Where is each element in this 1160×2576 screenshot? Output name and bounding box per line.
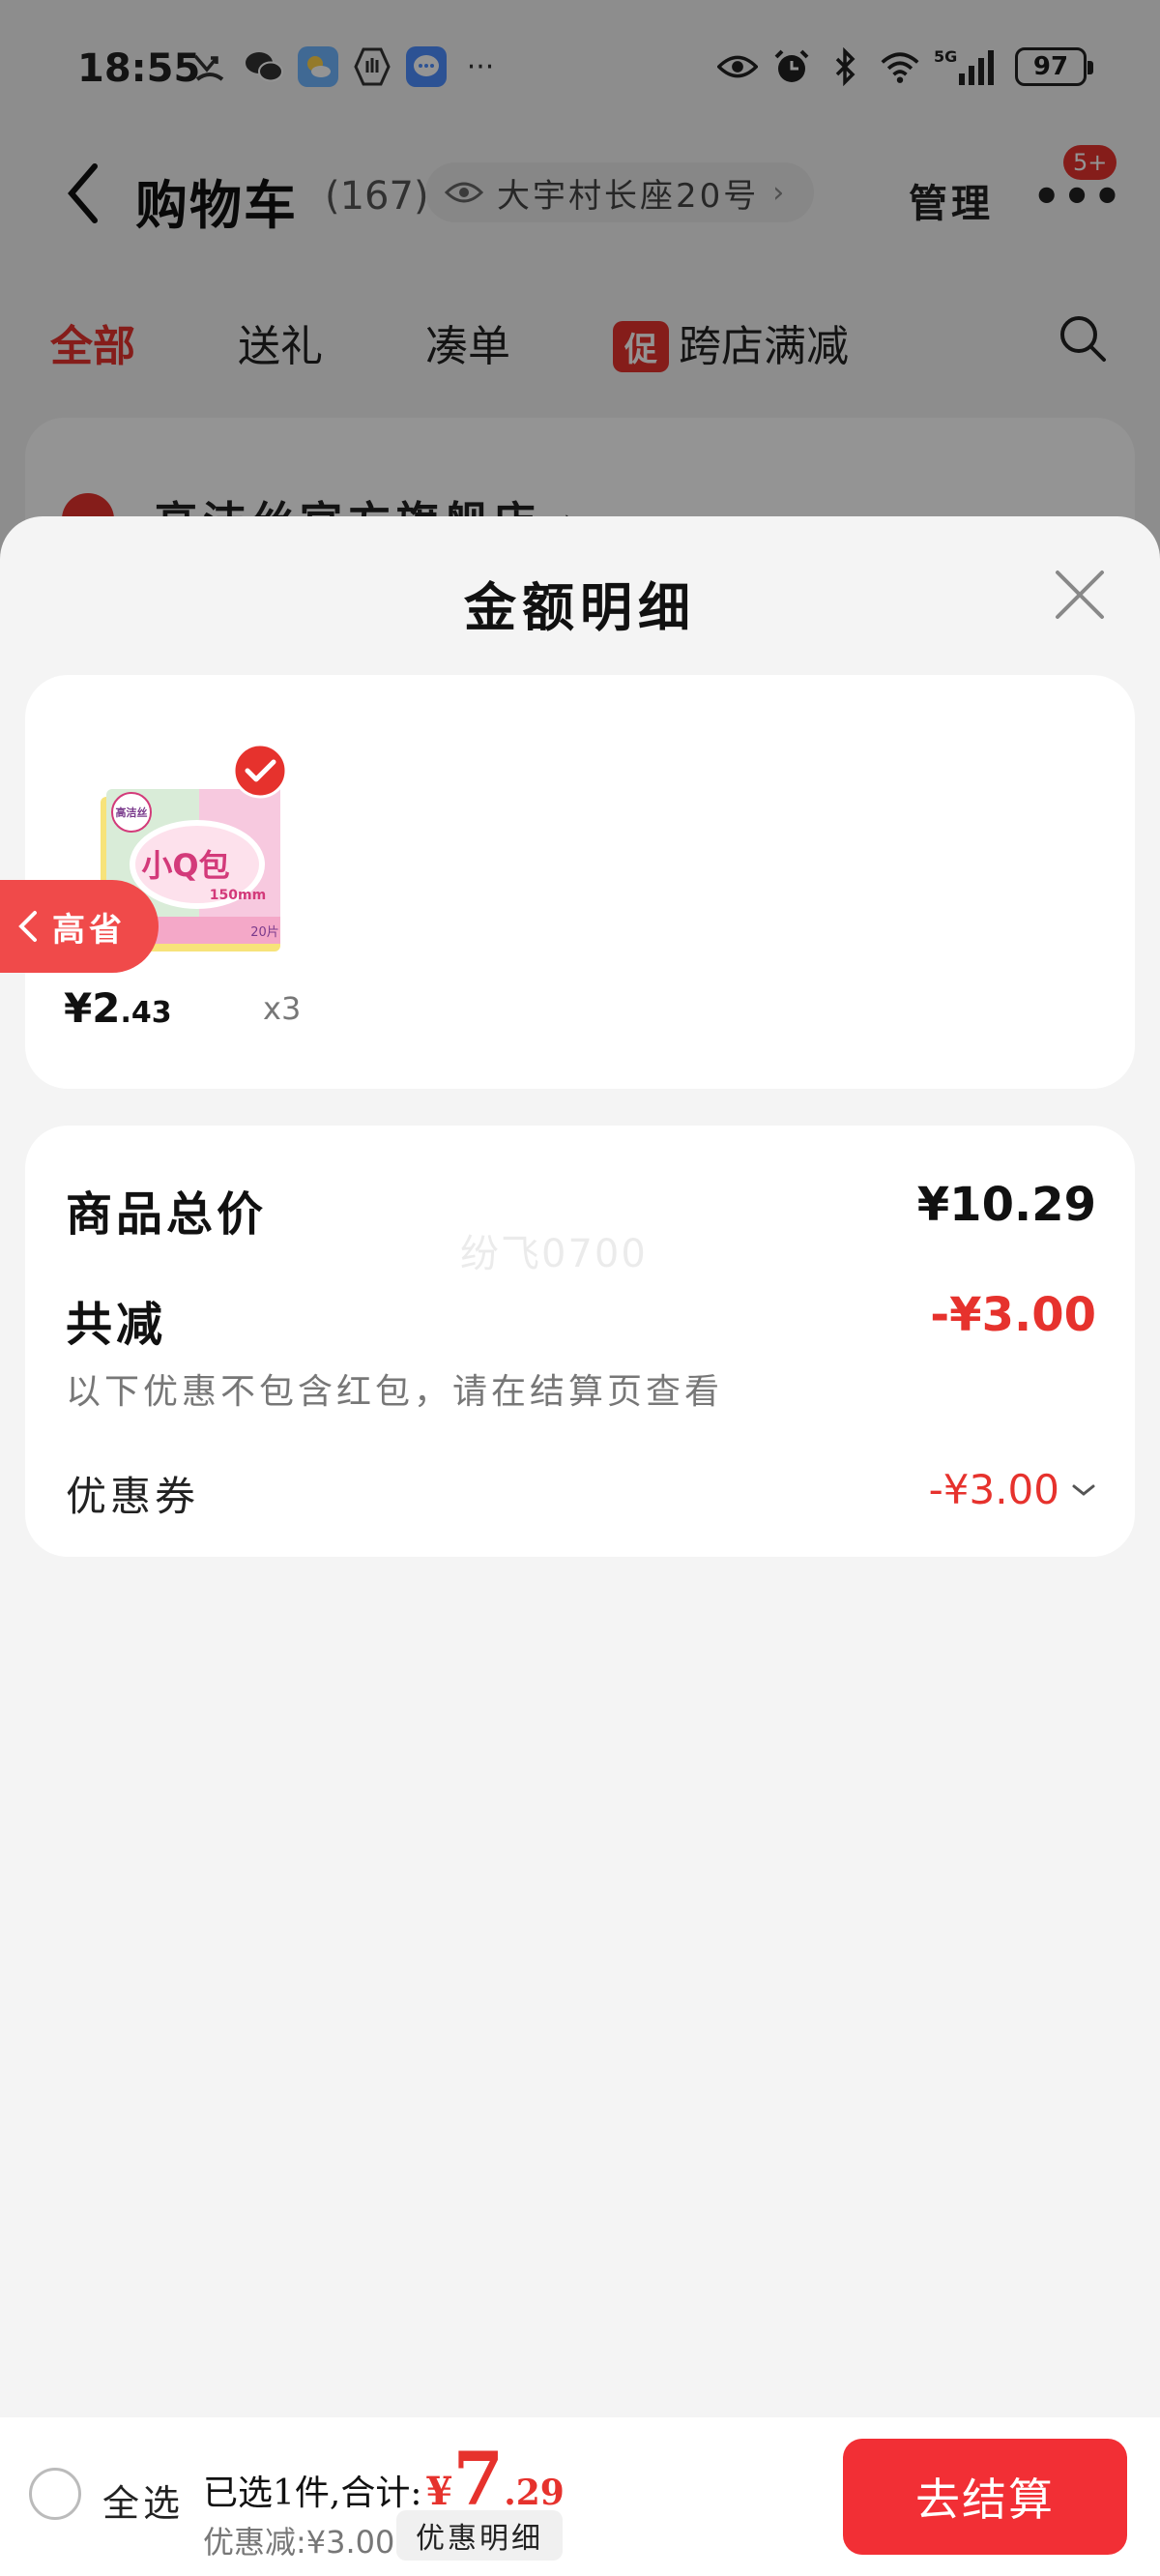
sheet-title: 金额明细 <box>464 576 696 638</box>
product-quantity: x3 <box>263 990 302 1027</box>
total-decimal: .29 <box>504 2473 565 2513</box>
product-price: ¥2.43 <box>64 984 172 1032</box>
product-image-brand: 高洁丝 <box>116 805 148 819</box>
watermark: 纷飞0700 <box>460 1232 648 1276</box>
select-all-label[interactable]: 全选 <box>102 2474 184 2527</box>
select-all-checkbox[interactable] <box>29 2468 81 2520</box>
close-icon[interactable] <box>1050 565 1110 625</box>
total-reduce-value: -¥3.00 <box>930 1288 1096 1342</box>
coupon-label: 优惠券 <box>66 1473 200 1520</box>
discount-detail-button[interactable]: 优惠明细 <box>396 2510 563 2561</box>
discount-note: 以下优惠不包含红包，请在结算页查看 <box>66 1372 724 1412</box>
product-image-name: 小Q包 <box>141 847 229 884</box>
selected-text: 已选1件,合计: <box>203 2474 422 2513</box>
coupon-row-toggle[interactable]: -¥3.00 <box>929 1466 1096 1513</box>
modal-overlay[interactable] <box>0 0 1160 580</box>
chevron-left-icon <box>18 911 37 942</box>
checkout-bar: 全选 已选1件,合计: ¥ 7 .29 优惠减:¥3.00 优惠明细 去结算 <box>0 2417 1160 2576</box>
price-summary-card: 纷飞0700 商品总价 ¥10.29 共减 -¥3.00 以下优惠不包含红包，请… <box>25 1126 1135 1557</box>
total-integer: 7 <box>452 2436 505 2522</box>
checkout-button[interactable]: 去结算 <box>843 2439 1127 2555</box>
amount-detail-sheet: 金额明细 高洁丝 小Q包 150mm 20片 ¥2.43 x3 纷飞0700 商… <box>0 516 1160 2576</box>
side-tab-label: 高省 <box>52 910 126 950</box>
discount-summary: 优惠减:¥3.00 <box>203 2524 395 2561</box>
selected-total-line: 已选1件,合计: ¥ 7 .29 <box>203 2443 565 2516</box>
total-reduce-label: 共减 <box>66 1298 167 1352</box>
product-price-decimal: .43 <box>120 996 172 1030</box>
total-price-value: ¥10.29 <box>916 1178 1096 1232</box>
product-card: 高洁丝 小Q包 150mm 20片 ¥2.43 x3 <box>25 675 1135 1089</box>
gaosheng-side-tab[interactable]: 高省 <box>0 880 159 973</box>
check-icon[interactable] <box>232 743 288 799</box>
product-image-size: 150mm <box>210 888 266 903</box>
product-price-int: ¥2 <box>64 984 121 1032</box>
total-price-label: 商品总价 <box>66 1187 268 1242</box>
chevron-down-icon <box>1072 1484 1095 1496</box>
product-image-count: 20片 <box>250 925 279 940</box>
total-currency: ¥ <box>425 2469 453 2514</box>
coupon-value: -¥3.00 <box>928 1466 1059 1513</box>
